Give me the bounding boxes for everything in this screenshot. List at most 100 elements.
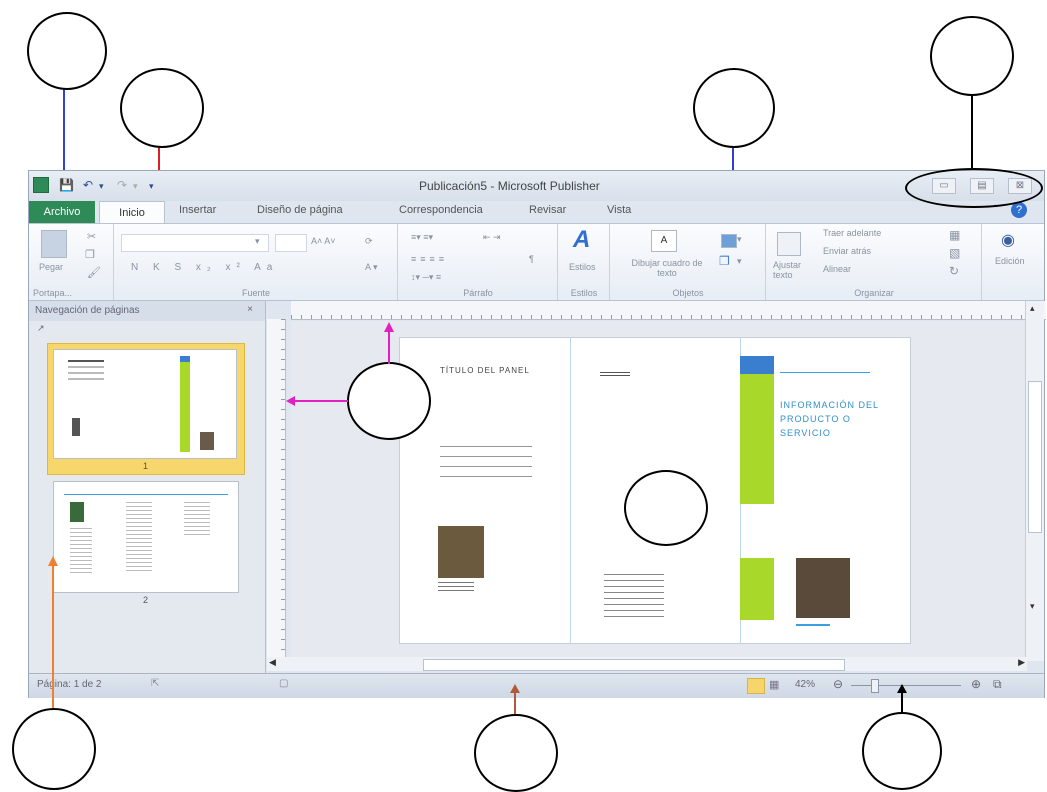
customize-qat-icon[interactable]: ▾ xyxy=(149,181,154,197)
publisher-logo-icon xyxy=(33,177,49,193)
undo-dropdown-icon[interactable]: ▾ xyxy=(99,181,104,197)
tab-diseno-de-pagina[interactable]: Diseño de página xyxy=(257,204,343,216)
vertical-ruler[interactable] xyxy=(267,319,286,659)
window-title: Publicación5 - Microsoft Publisher xyxy=(419,179,600,193)
two-page-view-icon[interactable]: ▦ xyxy=(769,678,779,691)
callout-circle-nav xyxy=(12,708,96,790)
bring-forward-button[interactable]: Traer adelante xyxy=(823,228,881,238)
tab-inicio[interactable]: Inicio xyxy=(99,201,165,224)
cut-icon[interactable]: ✂ xyxy=(87,230,96,243)
copy-icon[interactable]: ❐ xyxy=(85,248,95,261)
scroll-down-icon[interactable]: ▾ xyxy=(1030,601,1035,612)
zoom-slider-handle[interactable] xyxy=(871,679,879,693)
horizontal-scrollbar[interactable]: ◀ ▶ xyxy=(267,657,1027,671)
callout-circle-page xyxy=(624,470,708,546)
green-banner-bottom xyxy=(740,558,774,620)
find-icon[interactable]: ◉ xyxy=(1001,230,1015,250)
callout-circle-3 xyxy=(693,68,775,148)
panel-title[interactable]: TÍTULO DEL PANEL xyxy=(440,366,530,375)
page-thumbnail-2[interactable] xyxy=(53,481,239,593)
indent-icons[interactable]: ⇤ ⇥ xyxy=(483,232,501,243)
horizontal-ruler[interactable] xyxy=(291,301,1046,320)
collapse-pane-icon[interactable]: ↗ xyxy=(37,323,45,334)
line-spacing-icon[interactable]: ↕▾ ─▾ ≡ xyxy=(411,272,441,283)
rotate-icon[interactable]: ↻ xyxy=(949,264,959,278)
product-info-heading[interactable]: INFORMACIÓN DEL PRODUCTO O SERVICIO xyxy=(780,398,880,440)
styles-icon[interactable]: A xyxy=(573,226,590,254)
format-painter-icon[interactable]: 🖌 xyxy=(87,266,101,279)
send-backward-button[interactable]: Enviar atrás xyxy=(823,246,871,256)
panel-image-window[interactable] xyxy=(438,526,484,578)
thumb2-green-image xyxy=(70,502,84,522)
title-bar: 💾 ↶ ▾ ↷ ▾ ▾ Publicación5 - Microsoft Pub… xyxy=(29,171,1044,201)
page-navigation-header: Navegación de páginas × xyxy=(29,301,265,321)
tab-insertar[interactable]: Insertar xyxy=(179,204,216,216)
clear-formatting-icon[interactable]: ⟳ xyxy=(365,236,373,247)
paragraph-marks-icon[interactable]: ¶ xyxy=(529,254,534,264)
thumb1-image-right xyxy=(200,432,214,450)
draw-textbox-button-label[interactable]: Dibujar cuadro de texto xyxy=(625,258,709,278)
status-bar: Página: 1 de 2 ⇱ ▢ ▦ 42% ⊖ ⊕ ⧉ xyxy=(29,673,1044,698)
right-image-caption xyxy=(796,624,830,626)
page-navigation-title: Navegación de páginas xyxy=(35,305,140,316)
callout-line-status xyxy=(514,692,516,714)
font-grow-shrink-buttons[interactable]: A˄ A˅ xyxy=(311,236,336,246)
callout-circle-ruler xyxy=(347,362,431,440)
thumb1-text-block xyxy=(68,360,104,362)
fit-page-icon[interactable]: ⧉ xyxy=(993,677,1002,692)
draw-textbox-icon[interactable]: A xyxy=(651,230,677,252)
editing-button-label[interactable]: Edición xyxy=(995,256,1025,266)
align-button[interactable]: Alinear xyxy=(823,264,851,274)
font-name-box[interactable] xyxy=(121,234,269,252)
tab-correspondencia[interactable]: Correspondencia xyxy=(399,204,483,216)
right-image-door[interactable] xyxy=(796,558,850,618)
thumb1-blue-header xyxy=(180,356,190,362)
ungroup-icon[interactable]: ▧ xyxy=(949,246,960,260)
tab-revisar[interactable]: Revisar xyxy=(529,204,566,216)
scroll-right-icon[interactable]: ▶ xyxy=(1018,657,1025,668)
group-objects-icon[interactable]: ▦ xyxy=(949,228,960,242)
tab-archivo[interactable]: Archivo xyxy=(29,201,95,223)
font-style-buttons[interactable]: N K S x₂ x² Aa xyxy=(131,262,278,273)
group-label-fuente: Fuente xyxy=(241,288,271,298)
wrap-text-icon[interactable] xyxy=(777,232,801,256)
callout-circle-2 xyxy=(120,68,204,148)
zoom-out-icon[interactable]: ⊖ xyxy=(833,677,843,691)
page-thumbnail-1[interactable] xyxy=(53,349,237,459)
group-estilos: A Estilos Estilos xyxy=(559,224,610,300)
vertical-scroll-thumb[interactable] xyxy=(1028,381,1042,533)
zoom-level[interactable]: 42% xyxy=(795,679,815,690)
bullets-icon[interactable]: ≡▾ ≡▾ xyxy=(411,232,433,243)
font-size-box[interactable] xyxy=(275,234,307,252)
styles-button-label[interactable]: Estilos xyxy=(569,262,596,272)
vertical-scrollbar[interactable]: ▴ ▾ xyxy=(1025,301,1044,661)
callout-circle-status xyxy=(474,714,558,792)
panel-body-text[interactable] xyxy=(440,446,532,486)
scroll-up-icon[interactable]: ▴ xyxy=(1030,303,1035,314)
zoom-in-icon[interactable]: ⊕ xyxy=(971,677,981,691)
page-indicator[interactable]: Página: 1 de 2 xyxy=(37,679,102,690)
insert-table-dropdown-icon[interactable]: ▾ xyxy=(737,234,742,245)
redo-icon[interactable]: ↷ xyxy=(117,178,127,194)
insert-picture-dropdown-icon[interactable]: ▾ xyxy=(737,256,742,267)
font-color-icon[interactable]: A ▾ xyxy=(365,262,378,273)
font-name-dropdown-icon[interactable]: ▾ xyxy=(255,236,260,247)
single-page-view-icon[interactable] xyxy=(747,678,765,694)
callout-ruler-arrow-up xyxy=(384,322,394,332)
alignment-icons[interactable]: ≡≡≡≡ xyxy=(411,254,448,264)
close-pane-icon[interactable]: × xyxy=(247,304,253,315)
group-fuente: ▾ A˄ A˅ ⟳ N K S x₂ x² Aa A ▾ Fuente xyxy=(115,224,398,300)
insert-table-icon[interactable] xyxy=(721,234,737,248)
save-icon[interactable]: 💾 xyxy=(59,178,74,194)
insert-picture-icon[interactable]: ❐ xyxy=(719,254,730,268)
paste-button-label[interactable]: Pegar xyxy=(39,262,63,272)
undo-icon[interactable]: ↶ xyxy=(83,178,93,194)
paste-icon[interactable] xyxy=(41,230,67,258)
wrap-text-button-label[interactable]: Ajustar texto xyxy=(773,260,803,280)
callout-line-4 xyxy=(971,96,973,168)
horizontal-scroll-thumb[interactable] xyxy=(423,659,845,671)
publication-page[interactable]: TÍTULO DEL PANEL INFORMACIÓN DEL PRODUCT… xyxy=(399,337,911,644)
scroll-left-icon[interactable]: ◀ xyxy=(269,657,276,668)
redo-dropdown-icon[interactable]: ▾ xyxy=(133,181,138,197)
tab-vista[interactable]: Vista xyxy=(607,204,631,216)
